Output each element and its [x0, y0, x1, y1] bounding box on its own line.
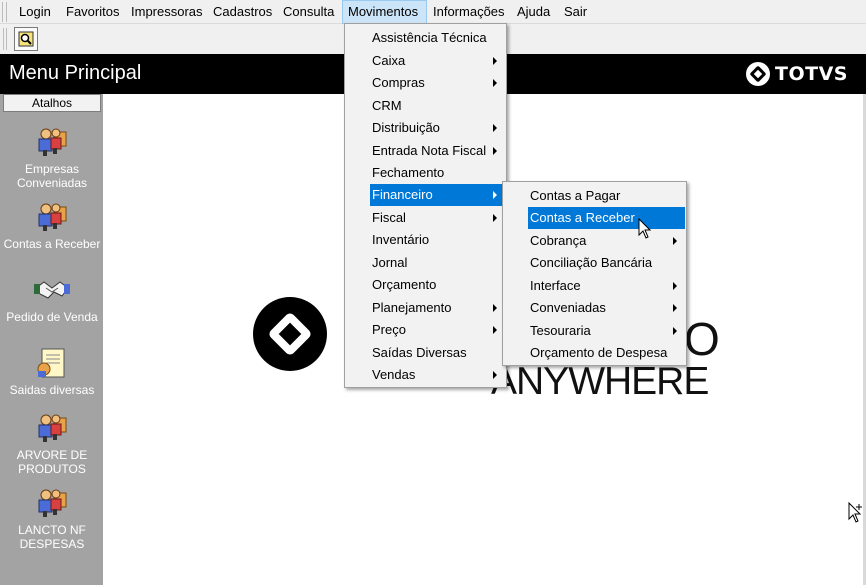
people-icon	[38, 128, 67, 156]
shortcut-label: Pedido de Venda	[6, 310, 98, 324]
chevron-right-icon	[493, 124, 497, 132]
menu-sair[interactable]: Sair	[559, 0, 592, 24]
shortcut-label: Empresas Conveniadas	[16, 162, 88, 190]
shortcut-arvore-de-produtos[interactable]: ARVORE DE PRODUTOS	[3, 412, 101, 476]
menu-item-caixa[interactable]: Caixa	[370, 50, 505, 72]
menu-item-vendas[interactable]: Vendas	[370, 364, 505, 386]
menu-item-entrada-nota-fiscal[interactable]: Entrada Nota Fiscal	[370, 140, 505, 162]
shortcut-label: Saidas diversas	[9, 383, 95, 397]
totvs-brand-text: TOTVS	[775, 63, 848, 85]
chevron-right-icon	[493, 371, 497, 379]
menu-movimentos[interactable]: Movimentos	[342, 0, 427, 24]
shortcut-lancto-nf-despesas[interactable]: LANCTO NF DESPESAS	[3, 487, 101, 551]
totvs-logo: TOTVS	[745, 61, 848, 87]
page-title: Menu Principal	[9, 62, 142, 84]
handshake-icon	[34, 281, 70, 299]
menu-item-orcamento[interactable]: Orçamento	[370, 274, 505, 296]
toolbar-grip[interactable]	[3, 28, 7, 50]
menu-item-financeiro[interactable]: Financeiro	[370, 184, 505, 206]
chevron-right-icon	[493, 57, 497, 65]
menu-informacoes[interactable]: Informações	[428, 0, 510, 24]
submenu-item-cobranca[interactable]: Cobrança	[528, 230, 685, 252]
background-text-o: O	[684, 313, 720, 365]
shortcut-pedido-de-venda[interactable]: Pedido de Venda	[3, 274, 101, 324]
mouse-pointer-icon	[638, 218, 652, 239]
menu-favoritos[interactable]: Favoritos	[61, 0, 124, 24]
menu-bar: Login Favoritos Impressoras Cadastros Co…	[0, 0, 866, 24]
menubar-grip[interactable]	[2, 2, 7, 22]
submenu-item-contas-a-receber[interactable]: Contas a Receber	[528, 207, 685, 229]
shortcut-contas-a-receber[interactable]: Contas a Receber	[3, 201, 101, 251]
shortcut-label: Contas a Receber	[3, 237, 101, 251]
chevron-right-icon	[493, 326, 497, 334]
menu-item-inventario[interactable]: Inventário	[370, 229, 505, 251]
pointer-plus-icon	[848, 502, 862, 523]
find-icon	[18, 31, 34, 47]
menu-item-preco[interactable]: Preço	[370, 319, 505, 341]
menu-item-jornal[interactable]: Jornal	[370, 252, 505, 274]
chevron-right-icon	[493, 191, 497, 199]
totvs-logo-icon	[746, 62, 771, 86]
shortcut-empresas-conveniadas[interactable]: Empresas Conveniadas	[3, 126, 101, 190]
people-icon	[38, 203, 67, 231]
totvs-background-logo-icon	[253, 297, 327, 371]
menu-item-planejamento[interactable]: Planejamento	[370, 297, 505, 319]
submenu-item-interface[interactable]: Interface	[528, 275, 685, 297]
background-text-anywhere: ANYWHERE	[491, 360, 709, 403]
submenu-item-conciliacao-bancaria[interactable]: Conciliação Bancária	[528, 252, 685, 274]
menu-item-saidas-diversas[interactable]: Saídas Diversas	[370, 342, 505, 364]
submenu-item-tesouraria[interactable]: Tesouraria	[528, 320, 685, 342]
menu-item-crm[interactable]: CRM	[370, 95, 505, 117]
financeiro-submenu: Contas a Pagar Contas a Receber Cobrança…	[502, 181, 687, 366]
movimentos-dropdown: Assistência Técnica Caixa Compras CRM Di…	[344, 23, 507, 388]
document-icon	[37, 348, 65, 378]
menu-item-distribuicao[interactable]: Distribuição	[370, 117, 505, 139]
menu-cadastros[interactable]: Cadastros	[208, 0, 277, 24]
people-icon	[38, 489, 67, 517]
shortcuts-title[interactable]: Atalhos	[3, 94, 101, 112]
menu-login[interactable]: Login	[14, 0, 56, 24]
chevron-right-icon	[673, 327, 677, 335]
submenu-item-conveniadas[interactable]: Conveniadas	[528, 297, 685, 319]
menu-item-compras[interactable]: Compras	[370, 72, 505, 94]
chevron-right-icon	[493, 147, 497, 155]
menu-ajuda[interactable]: Ajuda	[512, 0, 555, 24]
shortcut-label: LANCTO NF DESPESAS	[18, 523, 86, 551]
menu-consulta[interactable]: Consulta	[278, 0, 339, 24]
menu-item-fechamento[interactable]: Fechamento	[370, 162, 505, 184]
shortcuts-panel: Atalhos Empresas Conveniadas Contas a Re…	[0, 94, 103, 585]
menu-impressoras[interactable]: Impressoras	[126, 0, 208, 24]
chevron-right-icon	[673, 237, 677, 245]
people-icon	[38, 414, 67, 442]
chevron-right-icon	[673, 282, 677, 290]
chevron-right-icon	[673, 304, 677, 312]
submenu-item-orcamento-de-despesa[interactable]: Orçamento de Despesa	[528, 342, 685, 364]
menu-item-fiscal[interactable]: Fiscal	[370, 207, 505, 229]
menu-item-assistencia-tecnica[interactable]: Assistência Técnica	[370, 27, 505, 49]
chevron-right-icon	[493, 304, 497, 312]
submenu-item-contas-a-pagar[interactable]: Contas a Pagar	[528, 185, 685, 207]
chevron-right-icon	[493, 214, 497, 222]
shortcut-saidas-diversas[interactable]: Saidas diversas	[3, 347, 101, 397]
find-button[interactable]	[14, 27, 38, 51]
chevron-right-icon	[493, 79, 497, 87]
shortcut-label: ARVORE DE PRODUTOS	[16, 448, 88, 476]
